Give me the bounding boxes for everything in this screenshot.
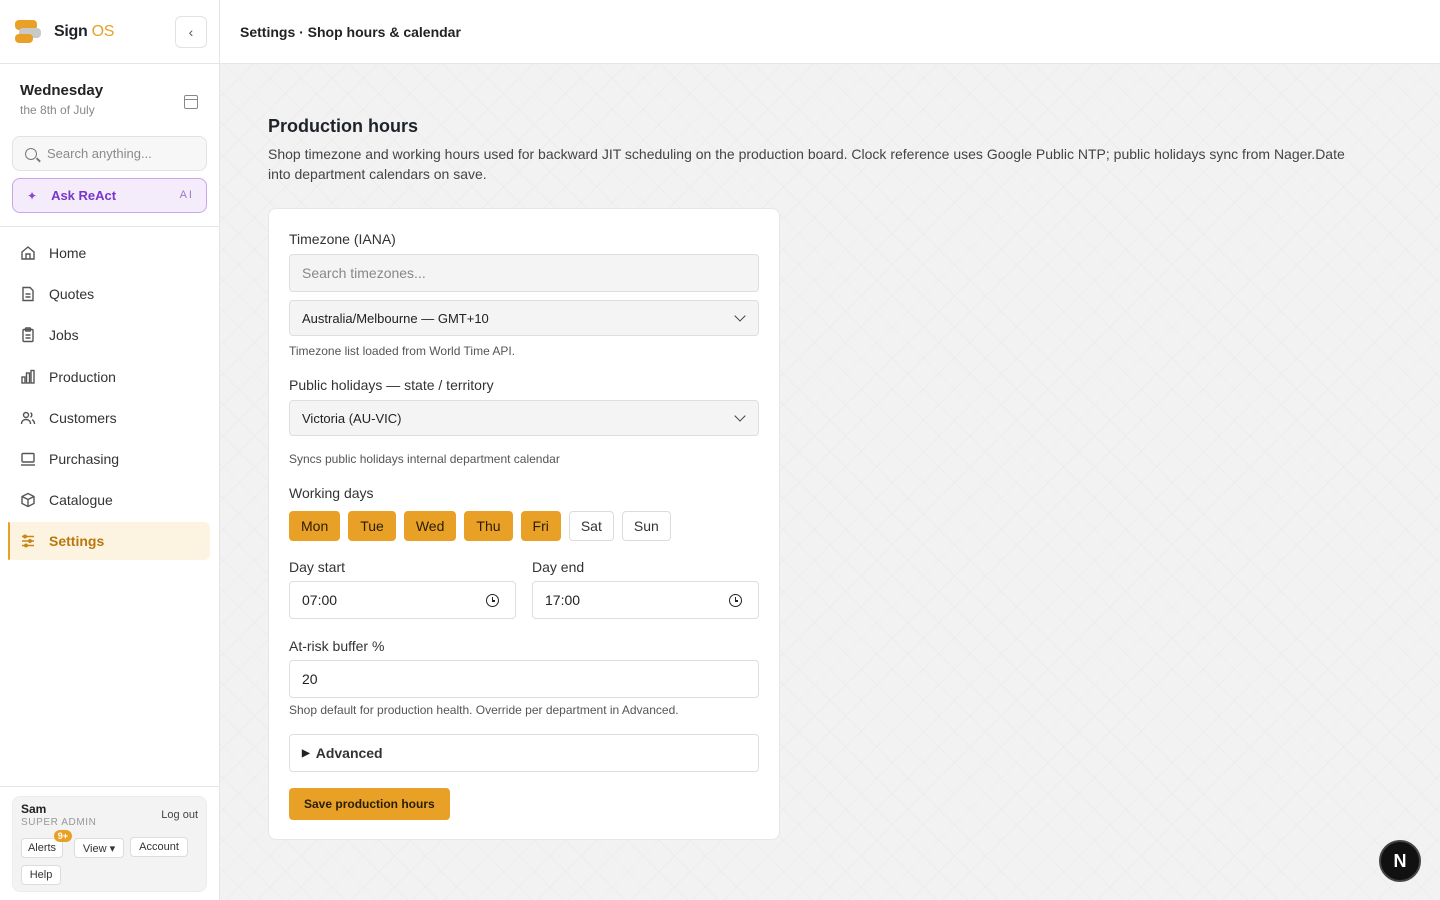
sidebar-item-label: Catalogue: [49, 492, 113, 509]
timezone-hint: Timezone list loaded from World Time API…: [289, 344, 516, 358]
advanced-label: Advanced: [315, 745, 383, 761]
search-input[interactable]: [47, 146, 197, 161]
search-icon: [25, 147, 37, 160]
logout-link[interactable]: Log out: [161, 809, 198, 821]
date-display: Wednesday the 8th of July: [20, 82, 103, 117]
chevron-left-icon: ‹: [188, 24, 194, 40]
divider: [0, 786, 219, 787]
document-icon: [20, 286, 36, 302]
day-toggle-wed[interactable]: Wed: [403, 511, 457, 541]
production-hours-form: Timezone (IANA) Australia/Melbourne — GM…: [268, 208, 780, 840]
alerts-label: Alerts: [27, 842, 57, 854]
day-toggle-thu[interactable]: Thu: [464, 511, 513, 541]
working-days-toggles: Mon Tue Wed Thu Fri Sat Sun: [289, 511, 679, 541]
box-icon: [20, 492, 36, 508]
monitor-icon: [20, 451, 36, 467]
main-nav: Home Quotes Jobs Production Customers Pu…: [8, 234, 210, 564]
view-menu-button[interactable]: View ▾: [74, 838, 124, 858]
bar-chart-icon: [20, 369, 36, 385]
sidebar-item-catalogue[interactable]: Catalogue: [8, 481, 210, 519]
timezone-search-input[interactable]: [302, 265, 758, 281]
sparkle-icon: ✦: [27, 188, 38, 203]
sidebar-item-settings[interactable]: Settings: [8, 522, 210, 561]
alerts-button[interactable]: Alerts 9+: [21, 830, 72, 858]
buffer-input[interactable]: 20: [289, 660, 759, 698]
user-role: SUPER ADMIN: [21, 817, 97, 828]
sidebar-item-jobs[interactable]: Jobs: [8, 316, 210, 354]
day-end-value: 17:00: [545, 592, 581, 608]
day-start-value: 07:00: [302, 592, 338, 608]
sidebar-item-quotes[interactable]: Quotes: [8, 275, 210, 313]
timezone-label: Timezone (IANA): [289, 231, 396, 247]
holidays-select[interactable]: Victoria (AU-VIC): [289, 400, 759, 436]
sidebar-item-label: Customers: [49, 409, 117, 426]
ai-badge: AI: [179, 189, 194, 201]
sidebar-item-production[interactable]: Production: [8, 358, 210, 396]
timezone-search-field[interactable]: [289, 254, 759, 292]
holidays-selected: Victoria (AU-VIC): [302, 410, 402, 426]
page-title: Production hours: [268, 116, 418, 136]
collapse-sidebar-button[interactable]: ‹: [175, 16, 207, 48]
buffer-hint: Shop default for production health. Over…: [289, 703, 679, 717]
date-sub: the 8th of July: [20, 103, 95, 117]
sidebar-item-label: Quotes: [49, 286, 95, 303]
breadcrumb: Settings · Shop hours & calendar: [240, 23, 461, 40]
day-start-label: Day start: [289, 559, 346, 575]
ask-react-label: Ask ReAct: [51, 188, 117, 203]
day-toggle-fri[interactable]: Fri: [520, 511, 561, 541]
day-end-input[interactable]: 17:00: [532, 581, 759, 619]
sidebar-item-label: Home: [49, 245, 87, 261]
clipboard-icon: [20, 327, 36, 343]
holidays-label: Public holidays — state / territory: [289, 377, 494, 393]
brand: Sign OS ‹: [0, 0, 219, 64]
sidebar-item-home[interactable]: Home: [8, 234, 210, 272]
date-day: Wednesday: [20, 82, 104, 99]
sidebar-item-label: Production: [49, 368, 116, 385]
divider: [0, 226, 219, 227]
buffer-label: At-risk buffer %: [289, 638, 385, 654]
sidebar-item-purchasing[interactable]: Purchasing: [8, 440, 210, 478]
account-button[interactable]: Account: [130, 837, 188, 857]
dev-tools-badge[interactable]: N: [1379, 840, 1421, 882]
sliders-icon: [20, 533, 36, 549]
top-bar: Settings · Shop hours & calendar: [220, 0, 1440, 64]
sidebar-item-label: Jobs: [49, 327, 79, 344]
home-icon: [20, 245, 36, 261]
user-card: Sam SUPER ADMIN Log out Alerts 9+ View ▾…: [12, 796, 207, 892]
page-description: Shop timezone and working hours used for…: [268, 146, 1345, 182]
main-content: Production hours Shop timezone and worki…: [220, 64, 1440, 900]
ask-react-button[interactable]: ✦ Ask ReAct AI: [12, 178, 207, 213]
sidebar-item-label: Purchasing: [49, 450, 120, 467]
help-button[interactable]: Help: [21, 865, 61, 885]
timezone-select[interactable]: Australia/Melbourne — GMT+10: [289, 300, 759, 336]
alerts-count-badge: 9+: [53, 830, 72, 842]
day-start-input[interactable]: 07:00: [289, 581, 516, 619]
timezone-selected: Australia/Melbourne — GMT+10: [302, 310, 489, 326]
chevron-down-icon: [734, 410, 746, 422]
clock-icon[interactable]: [486, 594, 499, 607]
calendar-icon[interactable]: [184, 95, 198, 109]
logo-icon: [14, 18, 42, 46]
buffer-value: 20: [302, 671, 318, 687]
user-name: Sam: [21, 802, 47, 816]
day-end-label: Day end: [532, 559, 585, 575]
day-toggle-sat[interactable]: Sat: [568, 511, 614, 541]
clock-icon[interactable]: [729, 594, 742, 607]
search-box[interactable]: [12, 136, 207, 171]
brand-name: Sign OS: [54, 22, 115, 40]
sidebar-item-customers[interactable]: Customers: [8, 399, 210, 437]
day-toggle-mon[interactable]: Mon: [289, 511, 341, 541]
working-days-label: Working days: [289, 485, 374, 501]
day-toggle-tue[interactable]: Tue: [348, 511, 396, 541]
advanced-toggle[interactable]: ▶ Advanced: [289, 734, 759, 772]
day-toggle-sun[interactable]: Sun: [621, 511, 671, 541]
users-icon: [20, 410, 36, 426]
caret-right-icon: ▶: [302, 747, 310, 759]
sidebar: Sign OS ‹ Wednesday the 8th of July ✦ As…: [0, 0, 220, 900]
save-production-hours-button[interactable]: Save production hours: [289, 788, 450, 820]
chevron-down-icon: [734, 310, 746, 322]
holidays-hint: Syncs public holidays internal departmen…: [289, 452, 560, 466]
sidebar-item-label: Settings: [49, 533, 105, 550]
